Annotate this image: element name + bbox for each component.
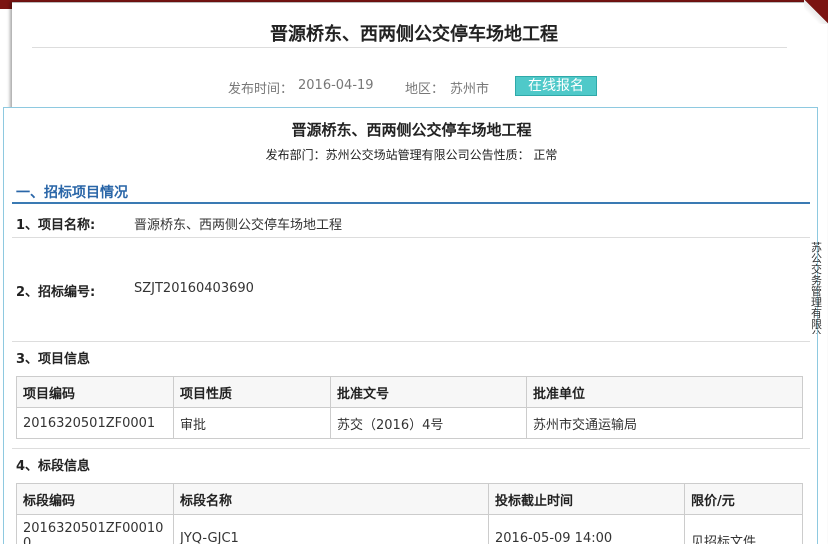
table-cell: 审批 [173,407,331,439]
section-info-label: 4、标段信息 [16,459,91,474]
publish-time-label: 发布时间： [228,82,294,97]
online-register-button[interactable]: 在线报名 [515,76,597,96]
table-header-cell: 标段名称 [173,483,489,515]
divider [12,448,810,449]
meta-row: 发布时间： 2016-04-19 地区： 苏州市 [0,76,828,97]
table-cell: 2016320501ZF000100 [16,514,174,544]
table-header-cell: 投标截止时间 [488,483,685,515]
table-cell: JYQ-GJC1 [173,514,489,544]
table-header-row: 标段编码 标段名称 投标截止时间 限价/元 [16,483,803,515]
project-info-table: 项目编码 项目性质 批准文号 批准单位 2016320501ZF0001 审批 … [16,376,803,439]
title-divider [32,47,787,48]
divider [12,237,810,238]
publish-date: 2016-04-19 [298,78,374,93]
table-header-cell: 批准单位 [526,376,803,408]
table-header-cell: 项目性质 [173,376,331,408]
bid-number-value: SZJT20160403690 [134,281,254,296]
section-heading-text: 一、招标项目情况 [16,185,128,201]
table-header-cell: 标段编码 [16,483,174,515]
table-cell: 苏州市交通运输局 [526,407,803,439]
project-name-value: 晋源桥东、西两侧公交停车场地工程 [134,218,343,233]
table-cell: 2016320501ZF0001 [16,407,174,439]
section-info-table: 标段编码 标段名称 投标截止时间 限价/元 2016320501ZF000100… [16,483,803,544]
region-label: 地区： [405,82,445,97]
notice-title: 晋源桥东、西两侧公交停车场地工程 [291,121,532,139]
page-title: 晋源桥东、西两侧公交停车场地工程 [270,24,558,45]
side-vertical-text: 苏公交务管理有限公司ZSZ [811,242,822,334]
region-value: 苏州市 [450,82,490,97]
divider [12,341,810,342]
table-cell: 见招标文件 [684,514,803,544]
table-header-cell: 批准文号 [330,376,527,408]
table-cell: 2016-05-09 14:00 [488,514,685,544]
table-row: 2016320501ZF0001 审批 苏交（2016）4号 苏州市交通运输局 [16,407,803,439]
table-header-row: 项目编码 项目性质 批准文号 批准单位 [16,376,803,408]
section-heading: 一、招标项目情况 [12,174,810,204]
table-row: 2016320501ZF000100 JYQ-GJC1 2016-05-09 1… [16,514,803,544]
table-header-cell: 项目编码 [16,376,174,408]
table-cell: 苏交（2016）4号 [330,407,527,439]
project-info-label: 3、项目信息 [16,352,91,367]
project-name-label: 1、项目名称: [16,218,96,233]
notice-panel: 晋源桥东、西两侧公交停车场地工程 发布部门：苏州公交场站管理有限公司公告性质： … [3,107,818,544]
bid-number-label: 2、招标编号: [16,285,96,300]
notice-subtitle: 发布部门：苏州公交场站管理有限公司公告性质： 正常 [265,148,558,162]
table-header-cell: 限价/元 [684,483,803,515]
